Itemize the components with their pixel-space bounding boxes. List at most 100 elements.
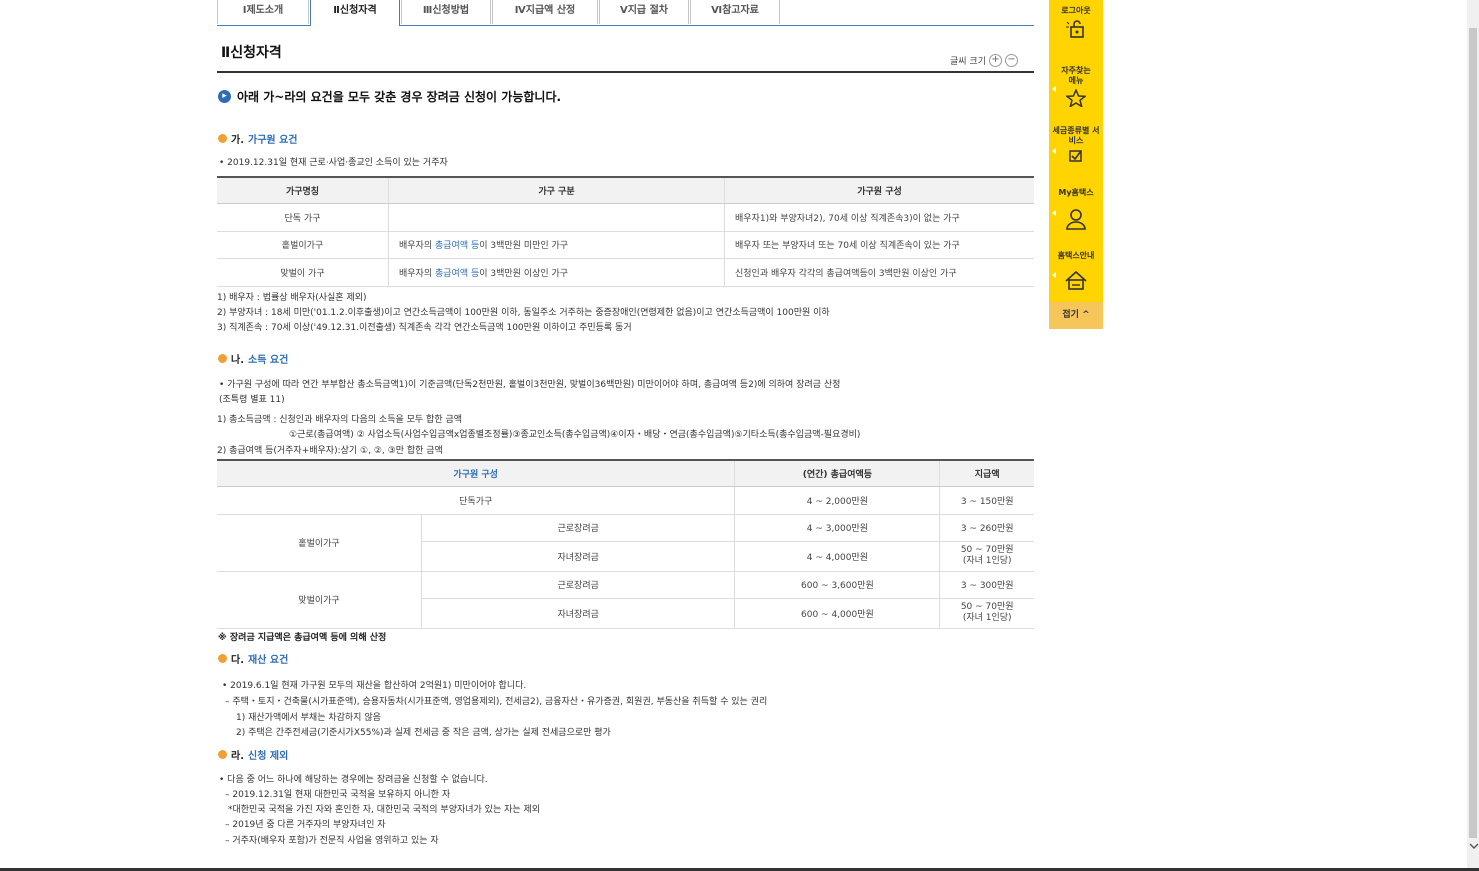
section-c-heading: 다. 재산 요건 [218, 651, 288, 666]
arrow-left-icon [1052, 272, 1056, 278]
tab-eligibility[interactable]: Ⅱ신청자격 [310, 0, 400, 26]
footnote: 1) 배우자 : 법률상 배우자(사실혼 제외) [217, 293, 367, 303]
section-c-line: – 주택・토지・건축물(시가표준액), 승용자동차(시가표준액, 영업용제외),… [225, 697, 768, 707]
table-header: 지급액 [939, 460, 1034, 487]
section-c-line: 2) 주택은 간주전세금(기준시가X55%)과 실제 전세금 중 작은 금액, … [236, 728, 611, 738]
title-divider [217, 71, 1034, 73]
cell-division: 배우자의 총급여액 등이 3백만원 이상인 가구 [388, 258, 725, 287]
table-header: 가구명칭 [217, 177, 389, 204]
cell-income: 4 ~ 4,000만원 [734, 541, 941, 572]
cell-payment: 50 ~ 70만원 (자녀 1인당) [939, 598, 1034, 629]
cell-division [388, 203, 725, 232]
section-a-heading: 가. 가구원 요건 [218, 131, 297, 146]
table-row: 홑벌이가구 근로장려금 4 ~ 3,000만원 3 ~ 260만원 [217, 514, 1034, 572]
tab-payment-calculation[interactable]: Ⅳ지급액 산정 [492, 0, 598, 24]
cell-composition: 배우자1)와 부양자녀2), 70세 이상 직계존속3)이 없는 가구 [724, 203, 1034, 232]
cell-payment: 50 ~ 70만원 (자녀 1인당) [939, 541, 1034, 572]
text: (자녀 1인당) [962, 556, 1012, 566]
tab-system-intro[interactable]: Ⅰ제도소개 [217, 0, 309, 24]
arrow-left-icon [1052, 86, 1056, 92]
section-b-note: ①근로(총급여액) ② 사업소득(사업수입금액x업종별조정률)③종교인소득(총수… [289, 430, 861, 440]
total-salary-link[interactable]: 총급여액 등 [435, 269, 479, 279]
cell-income: 4 ~ 2,000만원 [734, 486, 941, 515]
faq-menu-button[interactable]: 자주찾는 메뉴 [1049, 66, 1103, 107]
footnote: 3) 직계존속 : 70세 이상('49.12.31.이전출생) 직계존속 각각… [217, 323, 632, 333]
logout-button[interactable]: 로그아웃 [1049, 6, 1103, 39]
cell-kind: 자녀장려금 [421, 598, 736, 629]
cell-household: 홑벌이가구 [217, 514, 422, 572]
cell-composition: 배우자 또는 부양자녀 또는 70세 이상 직계존속이 있는 가구 [724, 231, 1034, 259]
font-increase-button[interactable]: + [988, 54, 1002, 67]
footnote: 2) 부양자녀 : 18세 미만('01.1.2.이후출생)이고 연간소득금액이… [217, 308, 830, 318]
section-b-line: (조특령 별표 11) [219, 395, 285, 405]
page-title: Ⅱ신청자격 [221, 45, 282, 61]
quick-menu: 로그아웃 자주찾는 메뉴 세금종류별 서비스 My홈택스 홈택스안내 접기 ^ [1049, 0, 1103, 329]
cell-name: 단독 가구 [217, 203, 389, 232]
font-size-control: 글씨 크기 + − [950, 54, 1018, 67]
intro-heading: ▸ 아래 가~라의 요건을 모두 갖춘 경우 장려금 신청이 가능합니다. [218, 88, 561, 105]
cell-kind: 근로장려금 [421, 514, 736, 542]
bullet-icon [218, 134, 227, 143]
section-d-line: – 거주자(배우자 포함)가 전문직 사업을 영위하고 있는 자 [225, 836, 439, 846]
section-title: 가구원 요건 [248, 135, 298, 146]
scrollbar-thumb[interactable] [1469, 28, 1477, 838]
section-prefix: 라. [231, 751, 244, 762]
font-decrease-button[interactable]: − [1004, 54, 1018, 67]
cell-name: 맞벌이 가구 [217, 258, 389, 287]
section-title: 신청 제외 [248, 751, 289, 762]
faq-menu-label: 자주찾는 메뉴 [1061, 66, 1091, 85]
tab-application-method[interactable]: Ⅲ신청방법 [401, 0, 491, 24]
income-table: 가구원 구성 (연간) 총급여액등 지급액 단독가구 4 ~ 2,000만원 3… [217, 459, 1034, 629]
table-row: 단독 가구 배우자1)와 부양자녀2), 70세 이상 직계존속3)이 없는 가… [217, 203, 1034, 232]
cell-payment: 3 ~ 300만원 [939, 571, 1034, 599]
star-icon [1066, 89, 1086, 107]
fold-button[interactable]: 접기 ^ [1049, 302, 1103, 329]
logout-label: 로그아웃 [1061, 6, 1091, 15]
table-row: 맞벌이가구 근로장려금 600 ~ 3,600만원 3 ~ 300만원 [217, 571, 1034, 629]
section-b-note: 1) 총소득금액 : 신청인과 배우자의 다음의 소득을 모두 합한 금액 [217, 415, 463, 425]
bullet-icon [218, 750, 227, 759]
tax-service-label: 세금종류별 서비스 [1052, 126, 1100, 145]
section-prefix: 나. [231, 355, 244, 366]
tab-bar: Ⅰ제도소개 Ⅱ신청자격 Ⅲ신청방법 Ⅳ지급액 산정 Ⅴ지급 절차 Ⅵ참고자료 [217, 0, 1034, 26]
section-a-line: • 2019.12.31일 현재 근로·사업·종교인 소득이 있는 거주자 [219, 158, 448, 168]
cell-division: 배우자의 총급여액 등이 3백만원 미만인 가구 [388, 231, 725, 259]
text: 이 3백만원 미만인 가구 [479, 241, 569, 251]
cell-income: 600 ~ 3,600만원 [734, 571, 941, 599]
section-title: 재산 요건 [248, 655, 289, 666]
cell-household: 맞벌이가구 [217, 571, 422, 629]
cell-income: 600 ~ 4,000만원 [734, 598, 941, 629]
person-icon [1066, 209, 1086, 230]
bullet-icon [218, 654, 227, 663]
arrow-left-icon [1052, 148, 1056, 154]
section-c-line: • 2019.6.1일 현재 가구원 모두의 재산을 합산하여 2억원1) 미만… [222, 681, 527, 691]
tab-payment-procedure[interactable]: Ⅴ지급 절차 [599, 0, 689, 24]
font-size-label: 글씨 크기 [950, 57, 986, 67]
hometax-guide-button[interactable]: 홈택스안내 [1049, 251, 1103, 291]
tab-references[interactable]: Ⅵ참고자료 [690, 0, 780, 24]
hometax-guide-label: 홈택스안내 [1057, 251, 1095, 260]
unlock-icon [1066, 20, 1084, 38]
cell-payment: 3 ~ 150만원 [939, 486, 1034, 515]
cell-kind: 자녀장려금 [421, 541, 736, 572]
total-salary-link[interactable]: 총급여액 등 [435, 241, 479, 251]
scroll-down-icon[interactable] [1469, 842, 1479, 850]
section-prefix: 가. [231, 135, 244, 146]
my-hometax-button[interactable]: My홈택스 [1049, 188, 1103, 230]
cell-name: 홑벌이가구 [217, 231, 389, 259]
table-header: 가구원 구성 [724, 177, 1034, 204]
text: 50 ~ 70만원 [960, 602, 1014, 612]
section-d-line: – 2019.12.31일 현재 대한민국 국적을 보유하지 아니한 자 [225, 790, 451, 800]
text: 50 ~ 70만원 [960, 545, 1014, 555]
intro-text: 아래 가~라의 요건을 모두 갖춘 경우 장려금 신청이 가능합니다. [237, 90, 562, 104]
section-d-line: • 다음 중 어느 하나에 해당하는 경우에는 장려금을 신청할 수 없습니다. [219, 775, 488, 785]
text: 배우자의 [399, 268, 435, 279]
section-b-line: • 가구원 구성에 따라 연간 부부합산 총소득금액1)이 기준금액(단독2천만… [219, 380, 841, 390]
cell-kind: 근로장려금 [421, 571, 736, 599]
home-info-icon [1065, 270, 1087, 290]
section-b-note: 2) 총급여액 등(거주자+배우자):상기 ①, ②, ③만 합한 금액 [217, 446, 443, 456]
text: 이 3백만원 이상인 가구 [479, 268, 569, 279]
tax-service-button[interactable]: 세금종류별 서비스 [1049, 126, 1103, 163]
section-prefix: 다. [231, 655, 244, 666]
payment-note: ※ 장려금 지급액은 총급여액 등에 의해 산정 [218, 633, 387, 643]
